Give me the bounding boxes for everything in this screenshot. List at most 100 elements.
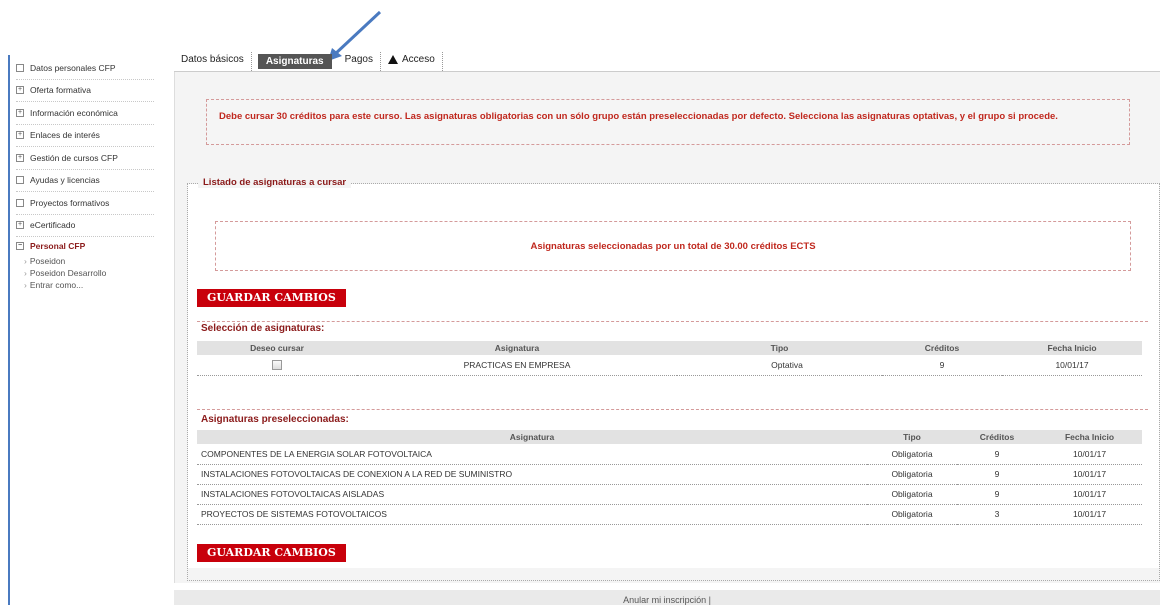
creditos-cell: 9 (882, 355, 1002, 376)
submenu-item[interactable]: › Entrar como... (24, 279, 154, 291)
tab-acceso[interactable]: Acceso (381, 52, 443, 71)
submenu-item-label: Entrar como... (29, 280, 84, 290)
warning-icon (387, 55, 398, 64)
asignatura-cell: INSTALACIONES FOTOVOLTAICAS DE CONEXION … (197, 464, 867, 485)
seleccion-title: Selección de asignaturas: (201, 323, 325, 334)
tab-label: Asignaturas (265, 56, 324, 67)
table-row: INSTALACIONES FOTOVOLTAICAS DE CONEXION … (197, 464, 1142, 485)
sidebar-item-label: Proyectos formativos (30, 197, 110, 208)
table-row: INSTALACIONES FOTOVOLTAICAS AISLADAS Obli… (197, 484, 1142, 505)
sidebar-item-label: Información económica (30, 107, 118, 118)
creditos-cell: 3 (957, 504, 1037, 525)
square-icon (16, 176, 24, 185)
section-divider (197, 409, 1148, 410)
annotation-arrow-icon (328, 10, 382, 60)
creditos-cell: 9 (957, 484, 1037, 505)
expand-icon: + (16, 108, 24, 117)
tab-label: Datos básicos (181, 54, 244, 65)
sidebar-item-label: Personal CFP (30, 241, 86, 251)
chevron-right-icon: › (24, 268, 27, 278)
sidebar-item-label: Oferta formativa (30, 85, 91, 96)
sidebar-menu: Datos personales CFP + Oferta formativa + In… (16, 57, 154, 291)
col-header: Asignatura (197, 430, 867, 444)
tab-bar: Datos básicos Asignaturas Pagos Acceso (174, 52, 443, 71)
checkbox-cell (197, 355, 357, 376)
sidebar-item[interactable]: Ayudas y licencias (16, 170, 154, 192)
fecha-cell: 10/01/17 (1002, 355, 1142, 376)
section-divider (197, 321, 1148, 322)
sidebar-item-label: Enlaces de interés (30, 130, 100, 141)
content-panel: Debe cursar 30 créditos para este curso.… (174, 72, 1160, 583)
sidebar-item-label: eCertificado (30, 220, 76, 231)
sidebar-item-label: Ayudas y licencias (30, 175, 100, 186)
asignatura-cell: PROYECTOS DE SISTEMAS FOTOVOLTAICOS (197, 504, 867, 525)
square-icon (16, 63, 24, 72)
sidebar-item-personal-cfp[interactable]: − Personal CFP (16, 237, 154, 255)
footer-bar: Anular mi inscripción | (174, 590, 1160, 605)
col-header: Fecha Inicio (1002, 341, 1142, 355)
asignatura-cell: COMPONENTES DE LA ENERGIA SOLAR FOTOVOLT… (197, 444, 867, 465)
table-row: PRACTICAS EN EMPRESA Optativa 9 10/01/17 (197, 355, 1142, 376)
tipo-cell: Optativa (677, 355, 882, 376)
submenu-item[interactable]: › Poseidon (24, 255, 154, 267)
table-header-row: Asignatura Tipo Créditos Fecha Inicio (197, 430, 1142, 444)
window-frame (8, 55, 10, 605)
fecha-cell: 10/01/17 (1037, 484, 1142, 505)
expand-icon: + (16, 153, 24, 162)
credits-notice: Debe cursar 30 créditos para este curso.… (206, 99, 1130, 145)
tipo-cell: Obligatoria (867, 504, 957, 525)
deseo-cursar-checkbox[interactable] (272, 360, 282, 371)
sidebar-item[interactable]: + Gestión de cursos CFP (16, 147, 154, 170)
sidebar-item[interactable]: + Enlaces de interés (16, 125, 154, 147)
fecha-cell: 10/01/17 (1037, 504, 1142, 525)
table-row: COMPONENTES DE LA ENERGIA SOLAR FOTOVOLT… (197, 444, 1142, 465)
chevron-right-icon: › (24, 280, 27, 290)
tipo-cell: Obligatoria (867, 444, 957, 465)
square-icon (16, 198, 24, 207)
tipo-cell: Obligatoria (867, 464, 957, 485)
expand-icon: + (16, 221, 24, 230)
tab-asignaturas[interactable]: Asignaturas (257, 54, 332, 69)
sidebar-item[interactable]: + Oferta formativa (16, 80, 154, 102)
submenu-item-label: Poseidon (29, 256, 66, 266)
col-header: Asignatura (357, 341, 677, 355)
col-header: Tipo (677, 341, 882, 355)
col-header: Fecha Inicio (1037, 430, 1142, 444)
save-button-bottom[interactable]: GUARDAR CAMBIOS (197, 544, 346, 562)
table-header-row: Deseo cursar Asignatura Tipo Créditos Fe… (197, 341, 1142, 355)
tab-pagos[interactable]: Pagos (338, 52, 381, 71)
fecha-cell: 10/01/17 (1037, 464, 1142, 485)
sidebar-item[interactable]: + Información económica (16, 102, 154, 125)
submenu-item[interactable]: › Poseidon Desarrollo (24, 267, 154, 279)
sidebar-item[interactable]: + eCertificado (16, 215, 154, 237)
creditos-cell: 9 (957, 444, 1037, 465)
sidebar-item[interactable]: Datos personales CFP (16, 57, 154, 80)
sidebar-item[interactable]: Proyectos formativos (16, 192, 154, 215)
tab-label: Pagos (344, 54, 373, 65)
credits-total-box: Asignaturas seleccionadas por un total d… (215, 221, 1131, 271)
col-header: Deseo cursar (197, 341, 357, 355)
preseleccionadas-title: Asignaturas preseleccionadas: (201, 414, 349, 425)
col-header: Créditos (882, 341, 1002, 355)
collapse-icon: − (16, 242, 24, 250)
expand-icon: + (16, 131, 24, 140)
anular-inscripcion-link[interactable]: Anular mi inscripción | (623, 595, 711, 605)
tipo-cell: Obligatoria (867, 484, 957, 505)
save-button[interactable]: GUARDAR CAMBIOS (197, 289, 346, 307)
preseleccionadas-table: Asignatura Tipo Créditos Fecha Inicio CO… (197, 430, 1142, 525)
table-row: PROYECTOS DE SISTEMAS FOTOVOLTAICOS Oblig… (197, 504, 1142, 525)
sidebar-item-label: Gestión de cursos CFP (30, 152, 118, 163)
asignatura-cell: INSTALACIONES FOTOVOLTAICAS AISLADAS (197, 484, 867, 505)
expand-icon: + (16, 86, 24, 95)
submenu-item-label: Poseidon Desarrollo (29, 268, 107, 278)
chevron-right-icon: › (24, 256, 27, 266)
listado-legend: Listado de asignaturas a cursar (198, 177, 352, 188)
asignatura-cell: PRACTICAS EN EMPRESA (357, 355, 677, 376)
tab-label: Acceso (401, 54, 435, 65)
col-header: Créditos (957, 430, 1037, 444)
tab-datos-basicos[interactable]: Datos básicos (174, 52, 252, 71)
listado-fieldset: Listado de asignaturas a cursar Asignatu… (187, 177, 1160, 581)
col-header: Tipo (867, 430, 957, 444)
sidebar-item-label: Datos personales CFP (30, 62, 116, 73)
submenu: › Poseidon › Poseidon Desarrollo › Entrar com… (16, 255, 154, 291)
